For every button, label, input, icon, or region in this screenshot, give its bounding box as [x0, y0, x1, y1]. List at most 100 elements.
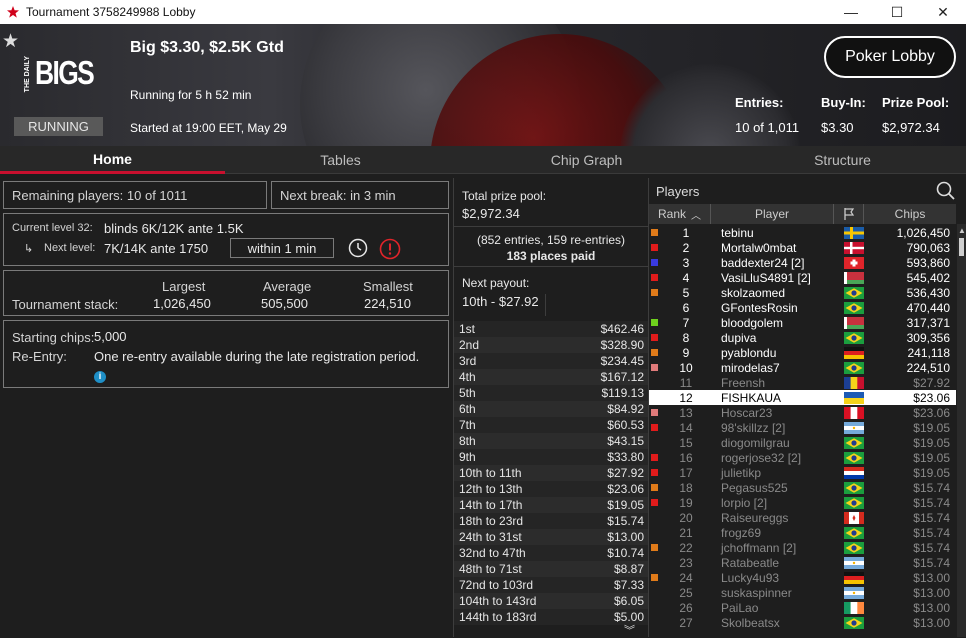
player-row[interactable]: 10 mirodelas7 224,510 — [649, 360, 956, 375]
close-button[interactable]: ✕ — [920, 0, 966, 24]
maximize-button[interactable]: ☐ — [874, 0, 920, 24]
tab-tables[interactable]: Tables — [228, 146, 453, 174]
pokerstars-logo-icon — [7, 6, 19, 18]
player-row[interactable]: 3 baddexter24 [2] 593,860 — [649, 255, 956, 270]
scrollbar-thumb[interactable] — [959, 238, 964, 256]
country-flag-icon — [844, 511, 864, 524]
favorite-star-icon[interactable]: ★ — [2, 30, 19, 53]
player-chips: $13.00 — [913, 585, 950, 600]
player-row[interactable]: 25 suskaspinner $13.00 — [649, 585, 956, 600]
player-name: skolzaomed — [721, 285, 786, 300]
player-row[interactable]: 2 Mortalw0mbat 790,063 — [649, 240, 956, 255]
alert-icon[interactable] — [379, 238, 401, 260]
country-flag-icon — [844, 451, 864, 464]
player-row[interactable]: 1 tebinu 1,026,450 — [649, 225, 956, 240]
player-name: Freensh — [721, 375, 766, 390]
player-chips: $15.74 — [913, 540, 950, 555]
flag-column-header[interactable] — [834, 204, 864, 224]
buyin-value: $3.30 — [821, 120, 854, 135]
remaining-players: Remaining players: 10 of 1011 — [12, 188, 188, 203]
player-row[interactable]: 4 VasiLluS4891 [2] 545,402 — [649, 270, 956, 285]
player-rank: 24 — [679, 570, 693, 585]
player-row[interactable]: 27 Skolbeatsx $13.00 — [649, 615, 956, 630]
payout-row: 14th to 17th $19.05 — [454, 497, 648, 513]
player-row[interactable]: 6 GFontesRosin 470,440 — [649, 300, 956, 315]
minimize-button[interactable]: — — [828, 0, 874, 24]
payout-row: 12th to 13th $23.06 — [454, 481, 648, 497]
player-rank: 19 — [679, 495, 693, 510]
payout-amount: $10.74 — [607, 546, 644, 560]
next-level-value: 7K/14K ante 1750 — [104, 241, 209, 256]
tab-bar: Home Tables Chip Graph Structure — [0, 146, 966, 174]
tab-chip-graph[interactable]: Chip Graph — [474, 146, 699, 174]
player-note-marker — [651, 454, 658, 461]
player-row[interactable]: 5 skolzaomed 536,430 — [649, 285, 956, 300]
country-flag-icon — [844, 376, 864, 389]
player-note-marker — [651, 499, 658, 506]
tab-home[interactable]: Home — [0, 146, 225, 174]
player-row[interactable]: 20 Raiseureggs $15.74 — [649, 510, 956, 525]
player-row[interactable]: 23 Ratabeatle $15.74 — [649, 555, 956, 570]
player-row[interactable]: 7 bloodgolem 317,371 — [649, 315, 956, 330]
tab-structure[interactable]: Structure — [730, 146, 955, 174]
player-chips: 241,118 — [907, 345, 951, 360]
player-row[interactable]: 17 julietikp $19.05 — [649, 465, 956, 480]
player-row[interactable]: 22 jchoffmann [2] $15.74 — [649, 540, 956, 555]
prize-panel: Total prize pool: $2,972.34 (852 entries… — [453, 178, 649, 637]
player-rank: 6 — [682, 300, 690, 315]
clock-icon[interactable] — [348, 238, 368, 258]
player-chips: 224,510 — [906, 360, 950, 375]
player-row[interactable]: 13 Hoscar23 $23.06 — [649, 405, 956, 420]
entries-label: Entries: — [735, 95, 784, 110]
chips-column-header[interactable]: Chips — [864, 204, 956, 224]
search-icon[interactable] — [936, 181, 956, 201]
poker-lobby-button[interactable]: Poker Lobby — [824, 36, 956, 78]
player-rank: 20 — [679, 510, 693, 525]
player-note-marker — [651, 394, 658, 401]
player-row[interactable]: 19 lorpio [2] $15.74 — [649, 495, 956, 510]
player-row[interactable]: 12 FISHKAUA $23.06 — [649, 390, 956, 405]
rank-column-header[interactable]: Rank ︿ — [649, 204, 711, 224]
payout-amount: $33.80 — [607, 450, 644, 464]
player-row[interactable]: 16 rogerjose32 [2] $19.05 — [649, 450, 956, 465]
start-time: Started at 19:00 EET, May 29 — [130, 121, 287, 135]
player-note-marker — [651, 364, 658, 371]
payout-place: 18th to 23rd — [459, 514, 524, 528]
scroll-down-chevron-icon[interactable]: ︾ — [624, 622, 635, 638]
buyin-label: Buy-In: — [821, 95, 866, 110]
payout-row: 3rd $234.45 — [454, 353, 648, 369]
payout-place: 24th to 31st — [459, 530, 522, 544]
stack-average-header: Average — [263, 279, 312, 294]
player-row[interactable]: 24 Lucky4u93 $13.00 — [649, 570, 956, 585]
next-payout-value: 10th - $27.92 — [462, 294, 546, 316]
player-rank: 8 — [682, 330, 690, 345]
payout-amount: $27.92 — [607, 466, 644, 480]
player-name: PaiLao — [721, 600, 759, 615]
player-row[interactable]: 14 98'skillzz [2] $19.05 — [649, 420, 956, 435]
player-row[interactable]: 18 Pegasus525 $15.74 — [649, 480, 956, 495]
prize-pool-value: $2,972.34 — [882, 120, 940, 135]
player-row[interactable]: 26 PaiLao $13.00 — [649, 600, 956, 615]
player-row[interactable]: 21 frogz69 $15.74 — [649, 525, 956, 540]
player-chips: $19.05 — [913, 435, 950, 450]
player-rank: 13 — [679, 405, 693, 420]
players-scrollbar[interactable]: ▲ — [957, 224, 966, 637]
player-name: Ratabeatle — [721, 555, 780, 570]
player-chips: $19.05 — [913, 450, 950, 465]
player-name: VasiLluS4891 [2] — [721, 270, 811, 285]
player-column-header[interactable]: Player — [711, 204, 834, 224]
payout-row: 24th to 31st $13.00 — [454, 529, 648, 545]
player-row[interactable]: 8 dupiva 309,356 — [649, 330, 956, 345]
player-row[interactable]: 15 diogomilgrau $19.05 — [649, 435, 956, 450]
payout-place: 144th to 183rd — [459, 610, 537, 624]
entries-note: (852 entries, 159 re-entries) — [476, 233, 626, 247]
window-title: Tournament 3758249988 Lobby — [26, 5, 196, 19]
player-row[interactable]: 11 Freensh $27.92 — [649, 375, 956, 390]
info-icon[interactable]: i — [94, 370, 106, 383]
player-rank: 26 — [679, 600, 693, 615]
player-rank: 1 — [682, 225, 690, 240]
payout-amount: $462.46 — [600, 322, 644, 336]
players-panel: Players Rank ︿ Player Chips 1 tebinu 1,026,… — [649, 178, 966, 637]
payout-row: 104th to 143rd $6.05 — [454, 593, 648, 609]
player-row[interactable]: 9 pyablondu 241,118 — [649, 345, 956, 360]
